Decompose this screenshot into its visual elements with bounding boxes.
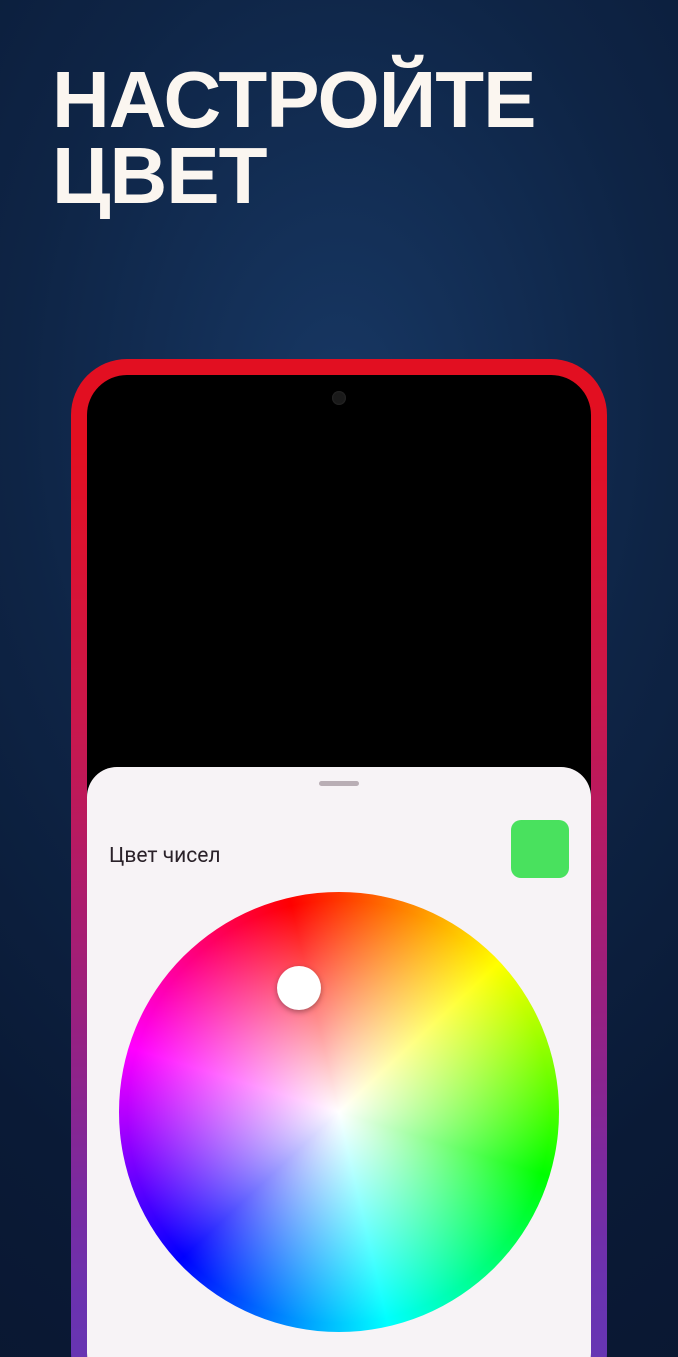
color-settings-sheet: Цвет чисел xyxy=(87,767,591,1357)
phone-screen: Цвет чисел xyxy=(87,375,591,1357)
color-wheel[interactable] xyxy=(119,892,559,1332)
sheet-grabber-icon[interactable] xyxy=(319,781,359,786)
hue-wheel-icon xyxy=(119,892,559,1332)
selected-color-swatch[interactable] xyxy=(511,820,569,878)
color-picker-handle[interactable] xyxy=(277,966,321,1010)
number-color-row: Цвет чисел xyxy=(109,834,569,878)
promo-headline: НАСТРОЙТЕ ЦВЕТ xyxy=(52,62,658,214)
phone-frame: Цвет чисел xyxy=(71,359,607,1357)
number-color-label: Цвет чисел xyxy=(109,844,221,868)
camera-hole-icon xyxy=(332,391,346,405)
